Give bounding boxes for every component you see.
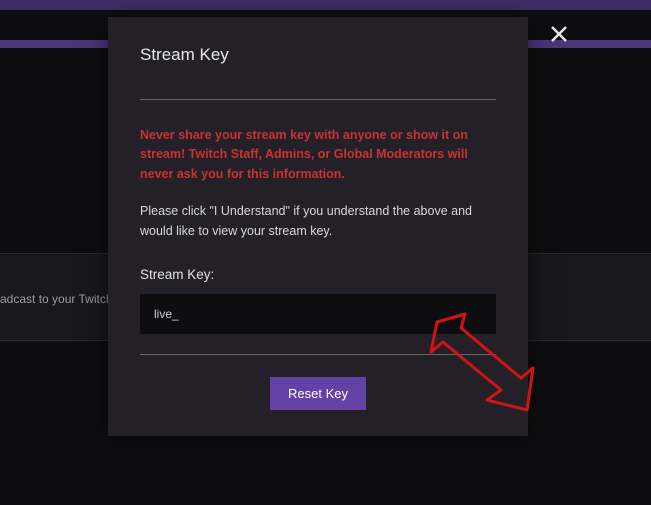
warning-text: Never share your stream key with anyone …	[140, 126, 496, 184]
close-icon	[550, 25, 568, 43]
stream-key-modal: Stream Key Never share your stream key w…	[108, 17, 528, 436]
topbar	[0, 0, 651, 10]
divider-top	[140, 99, 496, 100]
modal-title: Stream Key	[140, 45, 496, 65]
reset-key-button[interactable]: Reset Key	[270, 377, 366, 410]
divider-bottom	[140, 354, 496, 355]
stream-key-input[interactable]	[140, 294, 496, 334]
stream-key-label: Stream Key:	[140, 267, 496, 282]
close-button[interactable]	[547, 22, 571, 46]
background-strip-text: adcast to your Twitch	[0, 292, 113, 306]
button-row: Reset Key	[140, 377, 496, 410]
instruction-text: Please click "I Understand" if you under…	[140, 202, 496, 241]
